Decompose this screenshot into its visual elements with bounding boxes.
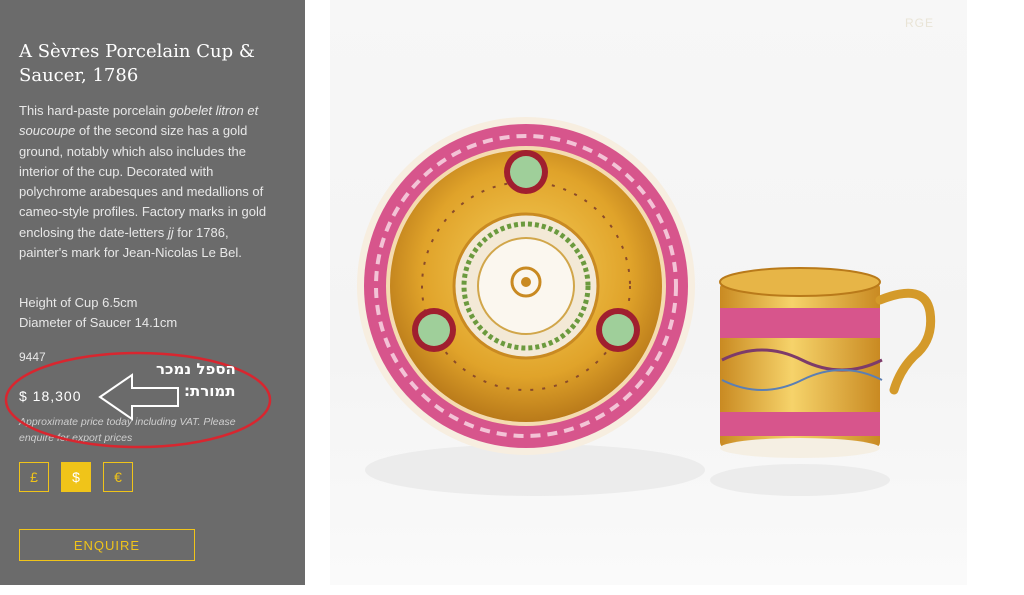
price-note: Approximate price today including VAT. P… <box>19 416 236 444</box>
product-image[interactable] <box>330 0 967 585</box>
porcelain-illustration <box>357 117 936 496</box>
cup-height: Height of Cup 6.5cm <box>19 295 138 310</box>
desc-part-1: This hard-paste porcelain <box>19 103 170 118</box>
reference-number: 9447 <box>19 350 46 364</box>
product-description: This hard-paste porcelain gobelet litron… <box>19 101 269 263</box>
price: $ 18,300 <box>19 388 82 404</box>
currency-eur-button[interactable]: € <box>103 462 133 492</box>
product-dimensions: Height of Cup 6.5cm Diameter of Saucer 1… <box>19 293 269 333</box>
currency-usd-button[interactable]: $ <box>61 462 91 492</box>
enquire-button[interactable]: ENQUIRE <box>19 529 195 561</box>
currency-gbp-button[interactable]: £ <box>19 462 49 492</box>
desc-part-3: of the second size has a gold ground, no… <box>19 123 267 240</box>
annotation-line-1: הספל נמכר <box>156 360 236 378</box>
product-title: A Sèvres Porcelain Cup & Saucer, 1786 <box>19 41 255 86</box>
enlarge-label[interactable]: RGE <box>905 16 934 30</box>
saucer-diameter: Diameter of Saucer 14.1cm <box>19 315 178 330</box>
annotation-line-2: תמורת: <box>184 382 236 400</box>
product-sidebar: A Sèvres Porcelain Cup & Saucer, 1786 Th… <box>0 0 305 585</box>
